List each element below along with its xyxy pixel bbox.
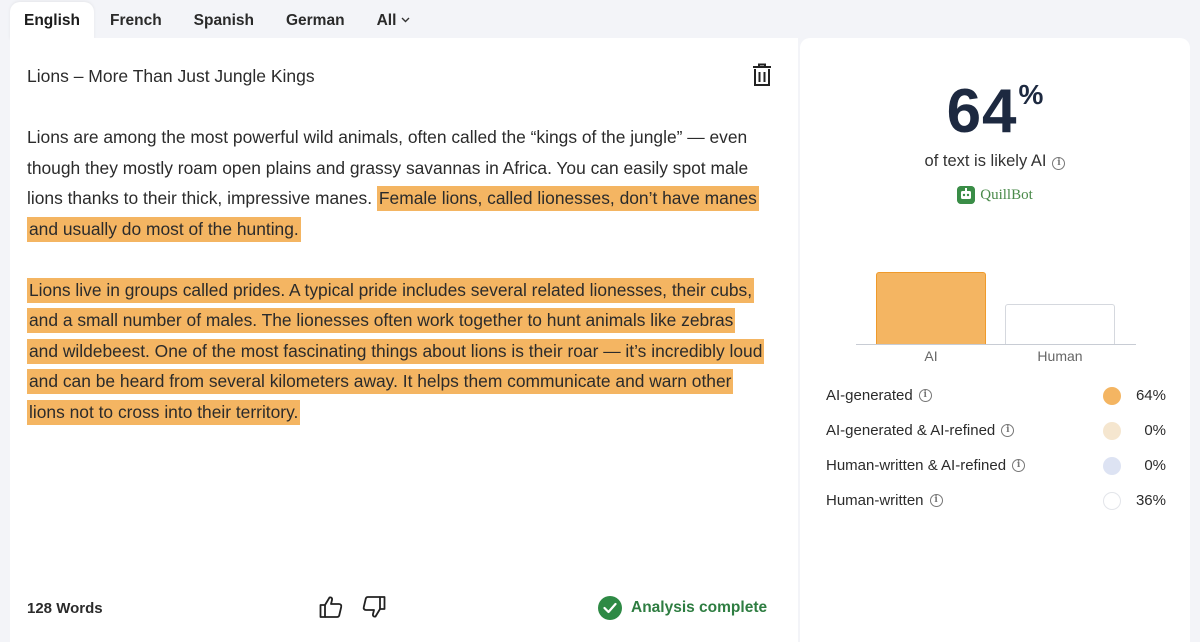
legend-dot xyxy=(1103,386,1121,405)
bar-ai xyxy=(876,272,986,344)
subtitle-text: of text is likely AI xyxy=(924,152,1047,170)
brand: QuillBot xyxy=(800,186,1190,209)
text-editor-panel: Lions – More Than Just Jungle Kings Lion… xyxy=(10,38,798,642)
tab-label: Spanish xyxy=(193,12,254,29)
tab-all-dropdown[interactable]: All xyxy=(361,2,427,40)
document-title[interactable]: Lions – More Than Just Jungle Kings xyxy=(27,66,315,87)
editor-footer: 128 Words Analysis complete xyxy=(10,592,798,628)
legend-value: 0% xyxy=(1144,422,1166,439)
ai-highlighted-text: Lions live in groups called prides. A ty… xyxy=(27,277,765,425)
thumbs-down-icon[interactable] xyxy=(361,594,387,620)
legend-dot xyxy=(1103,456,1121,475)
check-circle-icon xyxy=(598,596,622,620)
breakdown-legend: AI-generated i 64% AI-generated & AI-refi… xyxy=(826,378,1166,518)
paragraph: Lions live in groups called prides. A ty… xyxy=(27,275,767,428)
legend-label: Human-written & AI-refined xyxy=(826,457,1007,474)
percentage-value: 64 xyxy=(946,77,1018,146)
bar-label-human: Human xyxy=(1037,348,1083,364)
info-icon[interactable]: i xyxy=(918,389,932,402)
tab-german[interactable]: German xyxy=(270,2,361,40)
bar-label-ai: AI xyxy=(924,348,938,364)
info-icon[interactable]: i xyxy=(1012,459,1026,472)
tab-label: French xyxy=(109,12,162,29)
legend-dot xyxy=(1103,491,1121,510)
tab-english[interactable]: English xyxy=(10,2,94,40)
ai-percentage: 64% xyxy=(800,76,1190,147)
results-panel: 64% of text is likely AI i QuillBot AI Hu… xyxy=(800,38,1190,642)
legend-value: 0% xyxy=(1144,457,1166,474)
legend-dot xyxy=(1103,421,1121,440)
legend-label: Human-written xyxy=(826,492,924,509)
legend-row-human-written: Human-written i 36% xyxy=(826,483,1166,518)
quillbot-logo-icon xyxy=(957,186,976,204)
chart-baseline xyxy=(856,344,1136,345)
analysis-status: Analysis complete xyxy=(598,596,767,620)
legend-value: 64% xyxy=(1135,387,1166,404)
legend-row-human-ai-refined: Human-written & AI-refined i 0% xyxy=(826,448,1166,483)
ai-human-bar-chart: AI Human xyxy=(856,258,1136,368)
bar-human xyxy=(1005,304,1115,344)
paragraph: Lions are among the most powerful wild a… xyxy=(27,122,767,244)
legend-value: 36% xyxy=(1135,492,1166,509)
percentage-symbol: % xyxy=(1018,79,1044,110)
editor-content[interactable]: Lions are among the most powerful wild a… xyxy=(27,122,767,458)
thumbs-up-icon[interactable] xyxy=(318,594,344,620)
trash-icon[interactable] xyxy=(751,63,773,87)
language-tabs: English French Spanish German All xyxy=(10,0,426,40)
brand-name: QuillBot xyxy=(980,186,1033,203)
status-label: Analysis complete xyxy=(631,599,768,616)
word-count: 128 Words xyxy=(27,600,103,617)
legend-label: AI-generated & AI-refined xyxy=(826,422,996,439)
tab-french[interactable]: French xyxy=(94,2,178,40)
chevron-down-icon xyxy=(401,17,410,23)
tab-label: All xyxy=(376,12,397,29)
info-icon[interactable]: i xyxy=(1052,157,1066,170)
result-subtitle: of text is likely AI i xyxy=(800,152,1190,171)
legend-label: AI-generated xyxy=(826,387,913,404)
info-icon[interactable]: i xyxy=(1001,424,1015,437)
legend-row-ai-generated: AI-generated i 64% xyxy=(826,378,1166,413)
tab-label: German xyxy=(285,12,345,29)
info-icon[interactable]: i xyxy=(929,494,943,507)
tab-spanish[interactable]: Spanish xyxy=(178,2,270,40)
tab-label: English xyxy=(24,12,80,29)
legend-row-ai-refined: AI-generated & AI-refined i 0% xyxy=(826,413,1166,448)
